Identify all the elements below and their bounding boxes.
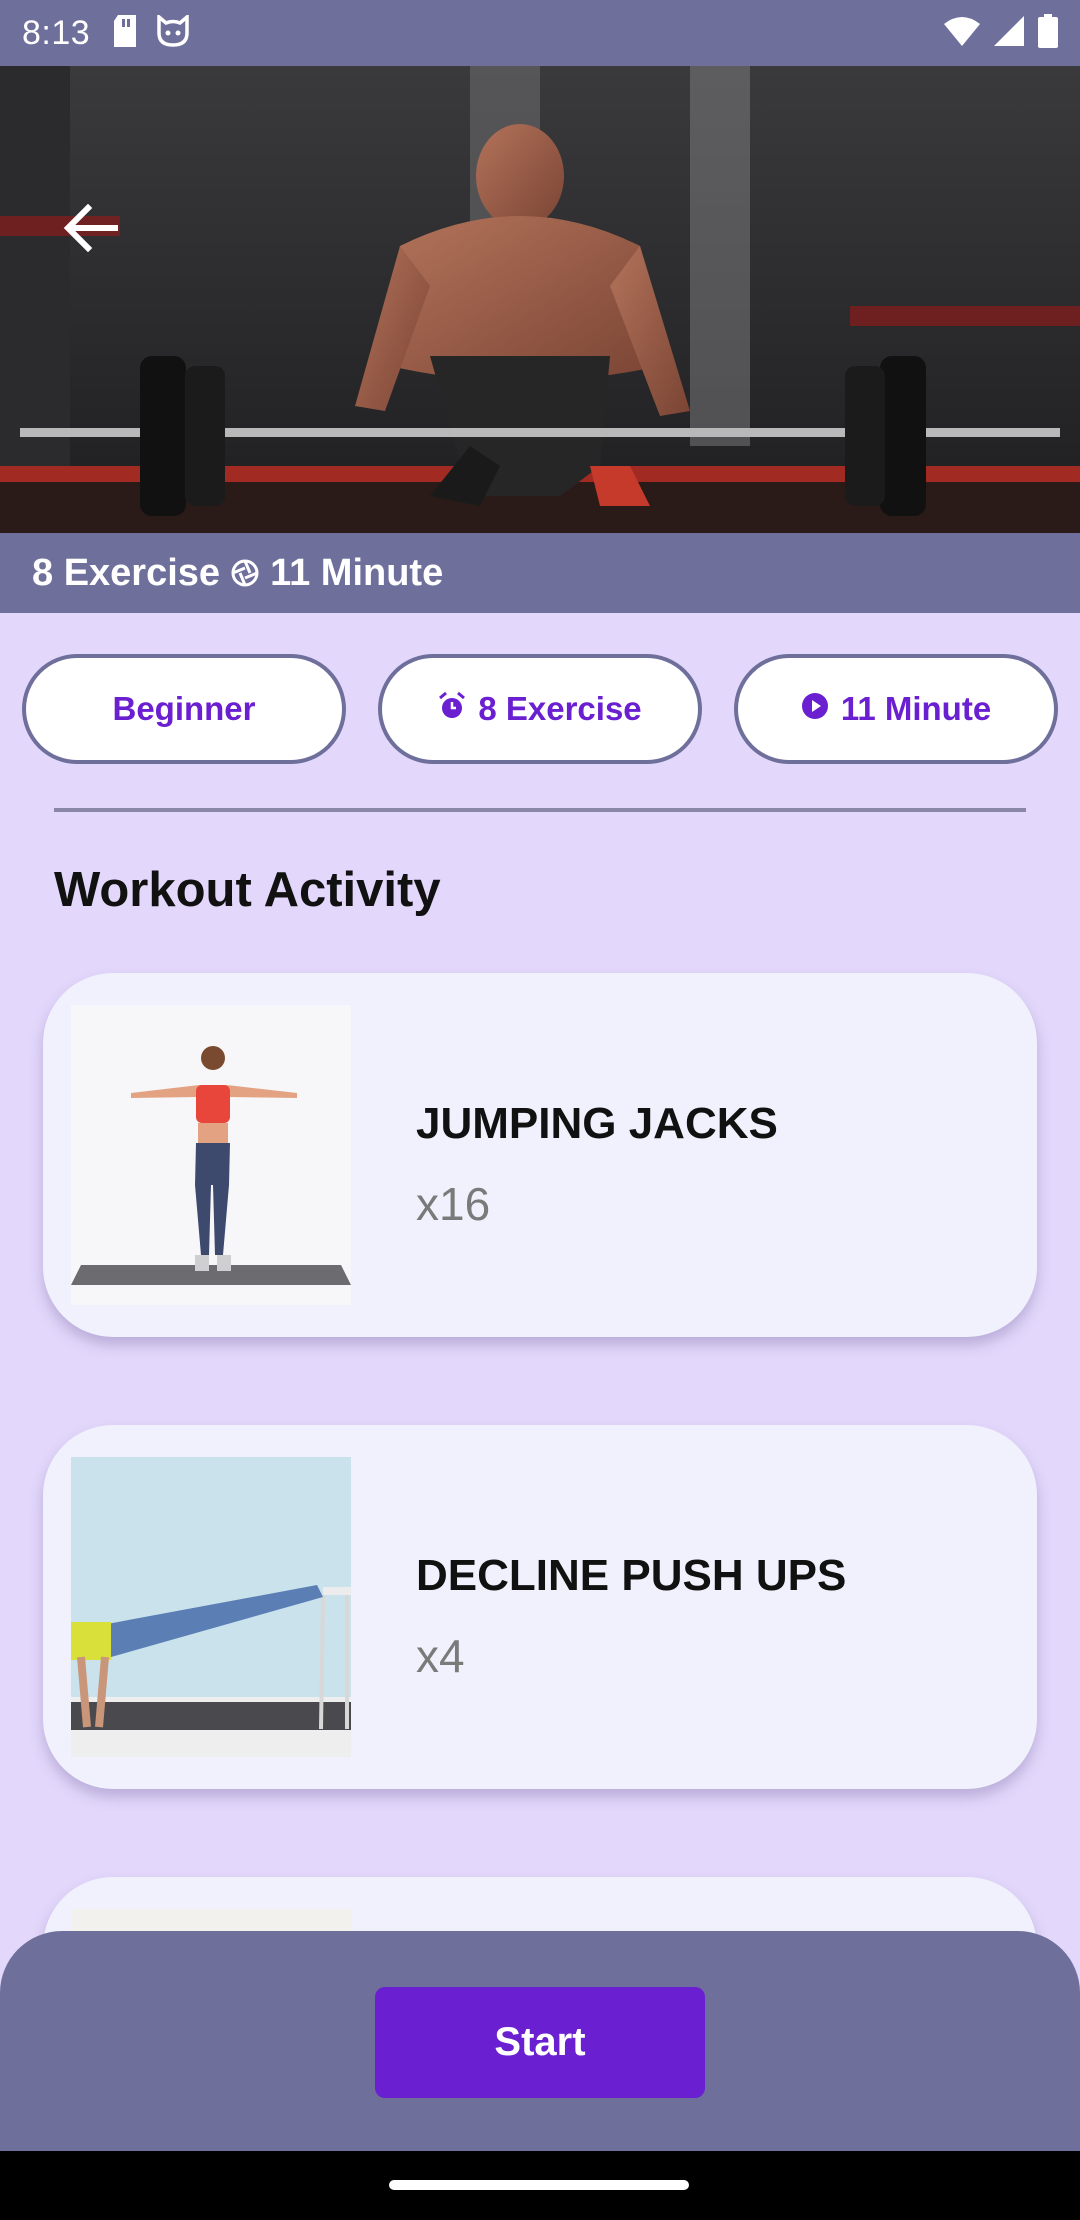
duration-chip[interactable]: 11 Minute (734, 654, 1058, 764)
alarm-icon (438, 690, 466, 728)
section-divider (54, 808, 1026, 812)
woman-jumping-jacks-photo (71, 1005, 351, 1305)
home-indicator[interactable] (389, 2180, 689, 2190)
cellular-signal-icon (994, 15, 1024, 51)
exercise-card[interactable]: JUMPING JACKS x16 (43, 973, 1037, 1337)
back-button[interactable] (52, 190, 128, 266)
status-time: 8:13 (22, 13, 91, 52)
exercise-count-chip-label: 8 Exercise (478, 690, 642, 727)
status-bar: 8:13 (0, 0, 1080, 66)
play-circle-icon (801, 690, 829, 728)
duration-chip-label: 11 Minute (840, 690, 992, 727)
duration-text: 11 Minute (270, 551, 444, 594)
exercise-reps: x16 (416, 1178, 491, 1230)
exercise-name: JUMPING JACKS (416, 1099, 778, 1148)
exercise-thumbnail (71, 1005, 351, 1305)
exercise-reps: x4 (416, 1630, 465, 1682)
exercise-thumbnail (71, 1457, 351, 1757)
exercise-name: DECLINE PUSH UPS (416, 1551, 847, 1600)
wifi-icon (944, 16, 980, 51)
start-button[interactable]: Start (375, 1987, 705, 2098)
cat-face-icon (156, 12, 190, 52)
shutter-icon (230, 558, 260, 588)
sd-card-icon (112, 14, 138, 52)
level-chip[interactable]: Beginner (22, 654, 346, 764)
man-deadlift-barbell-photo (0, 66, 1080, 533)
level-chip-label: Beginner (112, 690, 256, 727)
arrow-left-icon (63, 204, 118, 252)
exercise-count-text: 8 Exercise (32, 551, 221, 594)
start-button-label: Start (494, 2020, 586, 2064)
battery-icon (1038, 13, 1058, 53)
hero-image (0, 66, 1080, 533)
exercise-count-chip[interactable]: 8 Exercise (378, 654, 702, 764)
woman-decline-push-up-photo (71, 1457, 351, 1757)
workout-detail-screen: 8:13 8 Exercise 11 Minute Beginner 8 Exe… (0, 0, 1080, 2220)
section-title: Workout Activity (54, 863, 441, 917)
exercise-card[interactable]: DECLINE PUSH UPS x4 (43, 1425, 1037, 1789)
workout-summary-strip: 8 Exercise 11 Minute (0, 533, 1080, 613)
